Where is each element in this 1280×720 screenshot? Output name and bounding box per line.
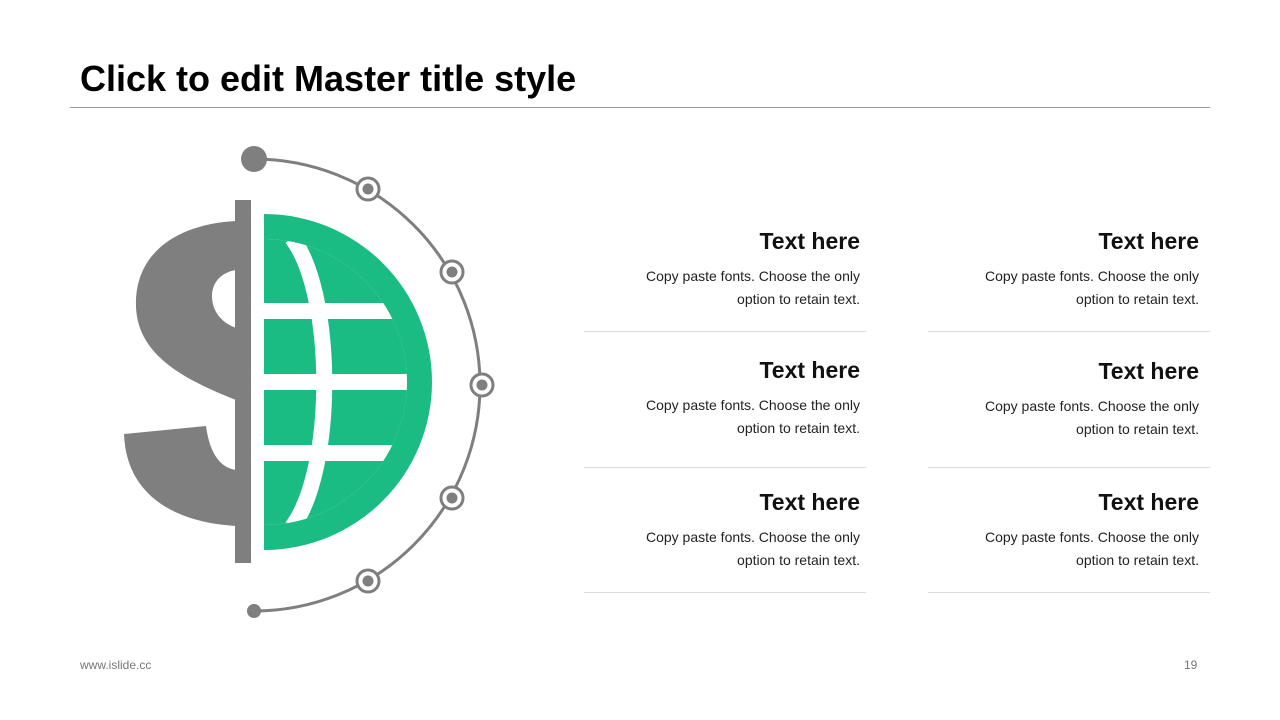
text-block-body-line: Copy paste fonts. Choose the only [984, 268, 1199, 284]
text-block-body-line: option to retain text. [737, 291, 860, 307]
text-block-heading: Text here [1098, 228, 1199, 254]
page-number: 19 [1184, 658, 1198, 672]
row-divider [584, 467, 866, 468]
orbit-node-icon [439, 259, 465, 285]
row-divider [928, 467, 1210, 468]
text-block-body-line: Copy paste fonts. Choose the only [645, 529, 860, 545]
row-divider [928, 592, 1210, 593]
text-block-body-line: Copy paste fonts. Choose the only [645, 268, 860, 284]
footer-url: www.islide.cc [80, 658, 152, 672]
row-divider [584, 592, 866, 593]
text-block-heading: Text here [1098, 358, 1199, 384]
text-block-body-line: option to retain text. [1076, 421, 1199, 437]
text-block-heading: Text here [759, 228, 860, 254]
text-block[interactable]: Text here Copy paste fonts. Choose the o… [584, 356, 866, 440]
text-block-body-line: option to retain text. [1076, 291, 1199, 307]
orbit-node-icon [355, 568, 381, 594]
text-block[interactable]: Text here Copy paste fonts. Choose the o… [584, 227, 866, 311]
orbit-node-icon [355, 176, 381, 202]
text-block-body-line: Copy paste fonts. Choose the only [984, 529, 1199, 545]
text-block-body-line: option to retain text. [737, 552, 860, 568]
dollar-globe-graphic [124, 146, 495, 618]
text-block-body: Copy paste fonts. Choose the only option… [923, 265, 1205, 311]
text-block-heading: Text here [759, 489, 860, 515]
text-block-body: Copy paste fonts. Choose the only option… [584, 394, 866, 440]
text-block-body-line: option to retain text. [1076, 552, 1199, 568]
orbit-node-icon [469, 372, 495, 398]
text-block[interactable]: Text here Copy paste fonts. Choose the o… [923, 227, 1205, 311]
row-divider [584, 331, 866, 332]
text-block-heading: Text here [1098, 489, 1199, 515]
globe-icon [260, 214, 432, 550]
text-block-body: Copy paste fonts. Choose the only option… [923, 526, 1205, 572]
text-block[interactable]: Text here Copy paste fonts. Choose the o… [923, 488, 1205, 572]
text-block-body: Copy paste fonts. Choose the only option… [584, 526, 866, 572]
orbit-node-icon [439, 485, 465, 511]
text-block-body: Copy paste fonts. Choose the only option… [584, 265, 866, 311]
dollar-sign-icon [124, 200, 251, 563]
row-divider [928, 331, 1210, 332]
text-block[interactable]: Text here Copy paste fonts. Choose the o… [923, 357, 1205, 441]
text-block-body: Copy paste fonts. Choose the only option… [923, 395, 1205, 441]
text-block[interactable]: Text here Copy paste fonts. Choose the o… [584, 488, 866, 572]
text-block-body-line: Copy paste fonts. Choose the only [645, 397, 860, 413]
text-block-body-line: option to retain text. [737, 420, 860, 436]
text-block-heading: Text here [759, 357, 860, 383]
text-block-body-line: Copy paste fonts. Choose the only [984, 398, 1199, 414]
